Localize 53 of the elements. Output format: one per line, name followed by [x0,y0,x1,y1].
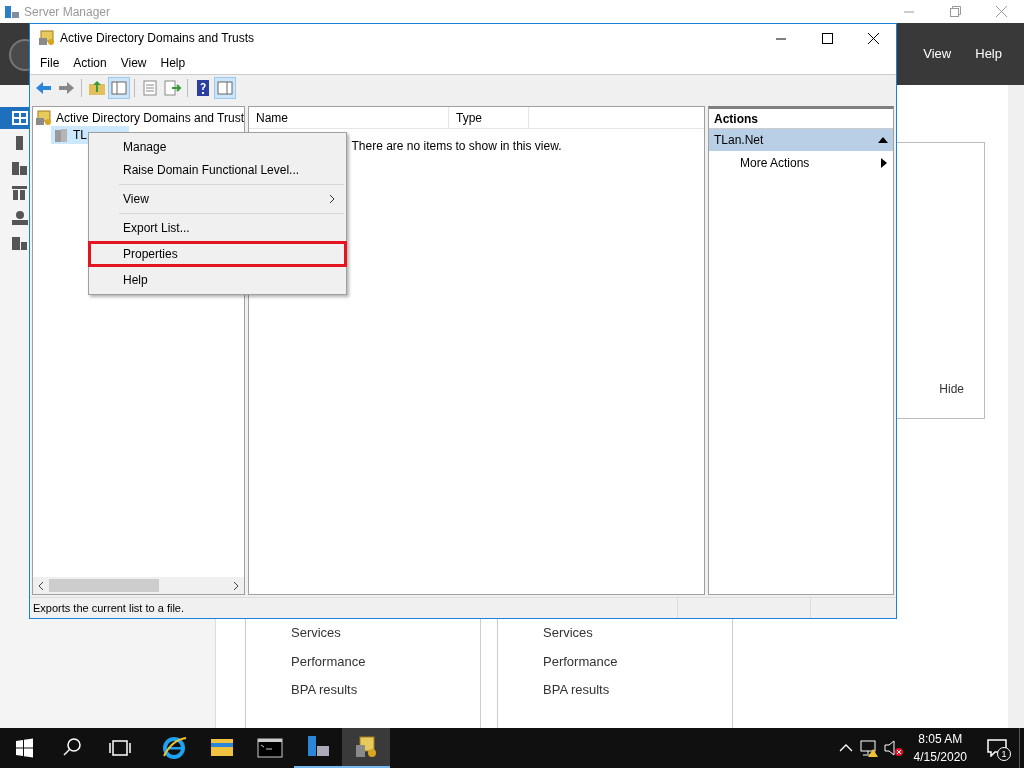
menu-item[interactable]: Action [66,53,114,72]
export-icon[interactable] [162,77,182,98]
nav-item[interactable] [0,107,29,129]
header-menu-item[interactable]: Help [967,40,1010,68]
context-menu-item[interactable]: Raise Domain Functional Level... [90,159,345,181]
context-menu-item[interactable]: Manage [90,136,345,158]
nav-icon [11,159,29,177]
status-text: Exports the current list to a file. [32,600,185,616]
action-link[interactable]: More Actions [740,154,810,172]
empty-message: There are no items to show in this view. [351,138,562,155]
menu-item[interactable]: View [113,53,154,72]
window-title: Server Manager [24,3,111,21]
hide-button[interactable]: Hide [939,380,964,398]
nav-icon [11,109,29,127]
tile-link[interactable]: BPA results [543,680,732,700]
tile-link[interactable]: Performance [291,651,480,671]
scroll-thumb[interactable] [49,579,159,592]
notification-button[interactable]: 1 [975,728,1019,768]
collapse-icon[interactable] [878,136,888,144]
clock-time: 8:05 AM [918,731,963,748]
tile-link[interactable]: Performance [543,651,732,671]
notification-count-badge: 1 [997,747,1011,761]
column-header[interactable]: Name [249,107,449,128]
window-title: Active Directory Domains and Trusts [60,29,255,47]
menu-item[interactable]: File [33,53,67,72]
nav-icon [11,184,29,202]
tile-link[interactable]: BPA results [291,680,480,700]
clock[interactable]: 8:05 AM 4/15/2020 [905,730,975,766]
menu-item[interactable]: Help [153,53,193,72]
notification-icon [987,739,1007,757]
nav-icon [11,234,29,252]
context-menu-item[interactable]: Export List... [90,217,345,239]
taskbar-button[interactable] [342,728,390,768]
server-manager-icon [4,3,20,20]
nav-icon [11,209,29,227]
tile-link[interactable]: Services [291,623,480,643]
context-menu-item[interactable]: View [90,188,345,210]
domains-icon [35,109,53,126]
horizontal-scrollbar[interactable] [33,577,244,594]
back-icon[interactable] [8,38,29,72]
chevron-right-icon [329,194,335,204]
column-header[interactable]: Type [449,107,529,128]
tree-item[interactable]: Active Directory Domains and Trust [55,108,244,127]
domains-icon [38,29,56,46]
action-group-header[interactable]: TLan.Net [709,129,893,151]
server-icon [53,127,69,143]
submenu-arrow-icon [881,158,887,168]
context-menu-item[interactable]: Help [90,269,345,291]
context-menu-item[interactable]: Properties [90,243,345,265]
scrollbar[interactable] [1008,85,1024,728]
clock-date: 4/15/2020 [913,749,967,766]
header-menu-item[interactable]: View [915,40,960,68]
tile-link[interactable]: Services [543,623,732,643]
